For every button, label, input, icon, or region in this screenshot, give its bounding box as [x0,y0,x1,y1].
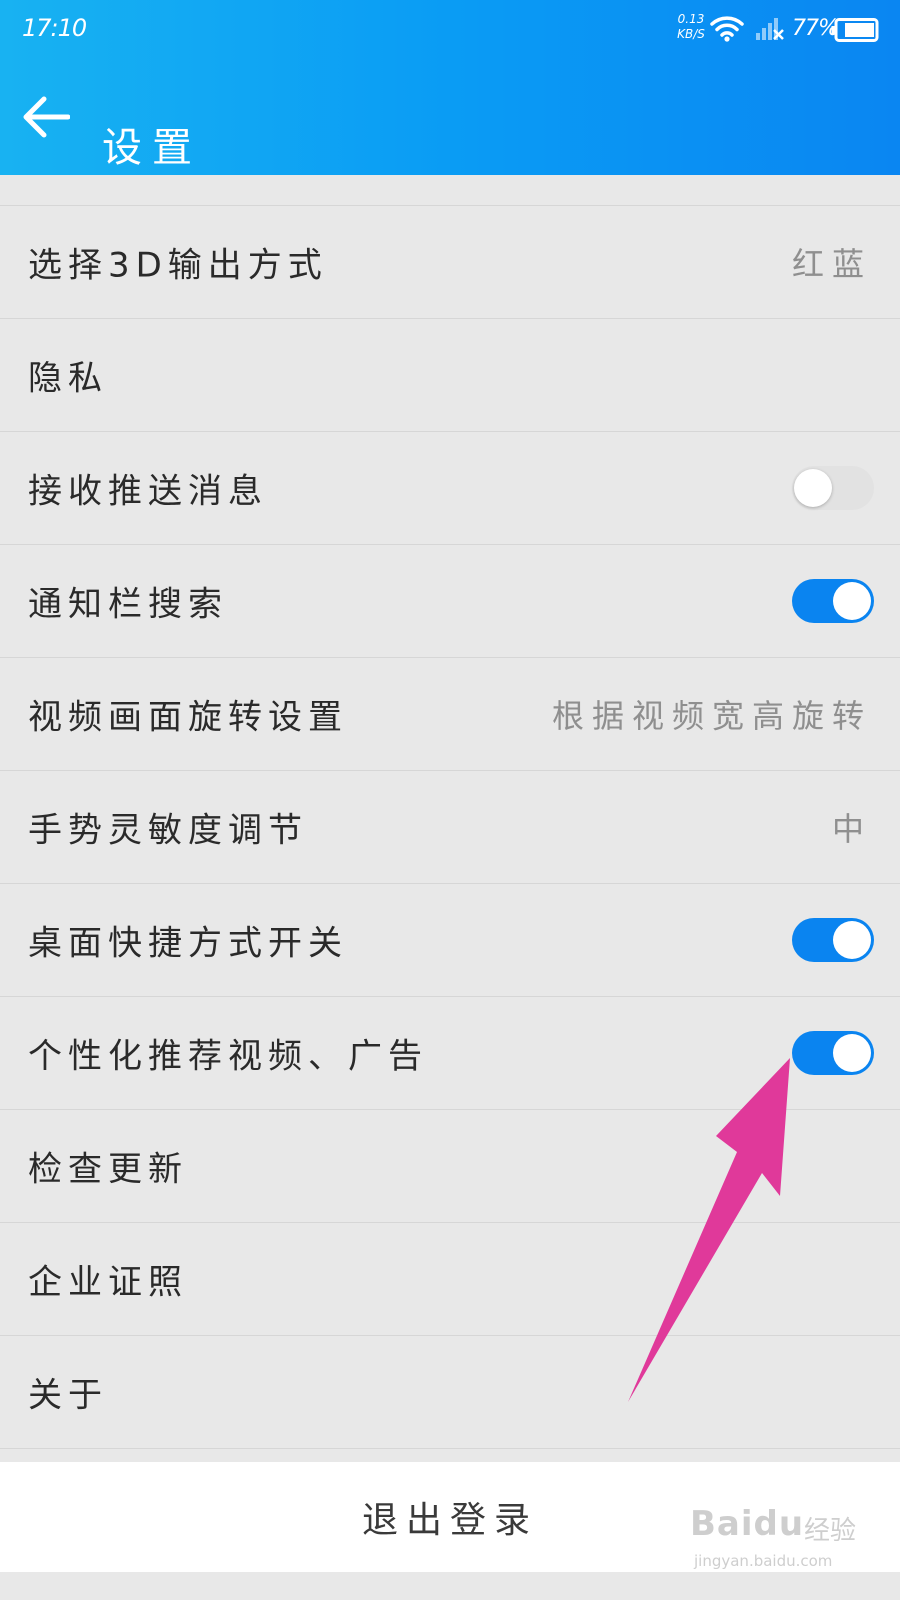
setting-value: 根据视频宽高旋转 [551,697,872,735]
setting-desktop-shortcut: 桌面快捷方式开关 [0,884,900,997]
setting-label: 桌面快捷方式开关 [28,923,348,964]
toggle-knob [794,469,832,507]
baidu-jingyan-watermark: Baidu 经验 jingyan.baidu.com [690,1500,870,1580]
wifi-icon [710,16,744,42]
back-arrow-icon[interactable] [22,95,70,139]
setting-label: 企业证照 [28,1262,188,1303]
setting-label: 视频画面旋转设置 [28,697,348,738]
setting-notification-search: 通知栏搜索 [0,545,900,658]
signal-no-sim-icon [756,18,784,40]
network-speed-value: 0.13 [677,12,705,26]
annotation-arrow-icon [628,1058,790,1402]
setting-label: 选择3D输出方式 [28,245,328,286]
setting-value: 红蓝 [791,245,872,283]
setting-label: 关于 [28,1375,108,1416]
status-bar: 17:10 0.13 KB/S 77% [0,0,900,60]
personalized-recommendation-toggle[interactable] [792,1031,874,1075]
watermark-sub: 经验 [804,1516,857,1546]
setting-label: 接收推送消息 [28,471,268,512]
toggle-knob [833,1034,871,1072]
toggle-knob [833,921,871,959]
battery-icon [831,18,879,42]
notification-search-toggle[interactable] [792,579,874,623]
setting-label: 检查更新 [28,1149,188,1190]
setting-gesture-sensitivity[interactable]: 手势灵敏度调节 中 [0,771,900,884]
receive-push-toggle[interactable] [792,466,874,510]
page-title: 设置 [102,124,202,171]
setting-value: 中 [831,810,872,848]
status-time: 17:10 [22,14,87,42]
watermark-url: jingyan.baidu.com [694,1552,833,1570]
setting-privacy[interactable]: 隐私 [0,319,900,432]
setting-receive-push: 接收推送消息 [0,432,900,545]
network-speed-unit: KB/S [677,27,705,41]
network-speed: 0.13 KB/S [674,12,708,42]
desktop-shortcut-toggle[interactable] [792,918,874,962]
setting-video-rotation[interactable]: 视频画面旋转设置 根据视频宽高旋转 [0,658,900,771]
toggle-knob [833,582,871,620]
watermark-brand: Baidu [690,1504,805,1544]
setting-label: 手势灵敏度调节 [28,810,308,851]
setting-label: 隐私 [28,358,108,399]
setting-label: 个性化推荐视频、广告 [28,1036,428,1077]
setting-3d-output-mode[interactable]: 选择3D输出方式 红蓝 [0,206,900,319]
setting-label: 通知栏搜索 [28,584,228,625]
app-header: 17:10 0.13 KB/S 77% 设置 [0,0,900,175]
